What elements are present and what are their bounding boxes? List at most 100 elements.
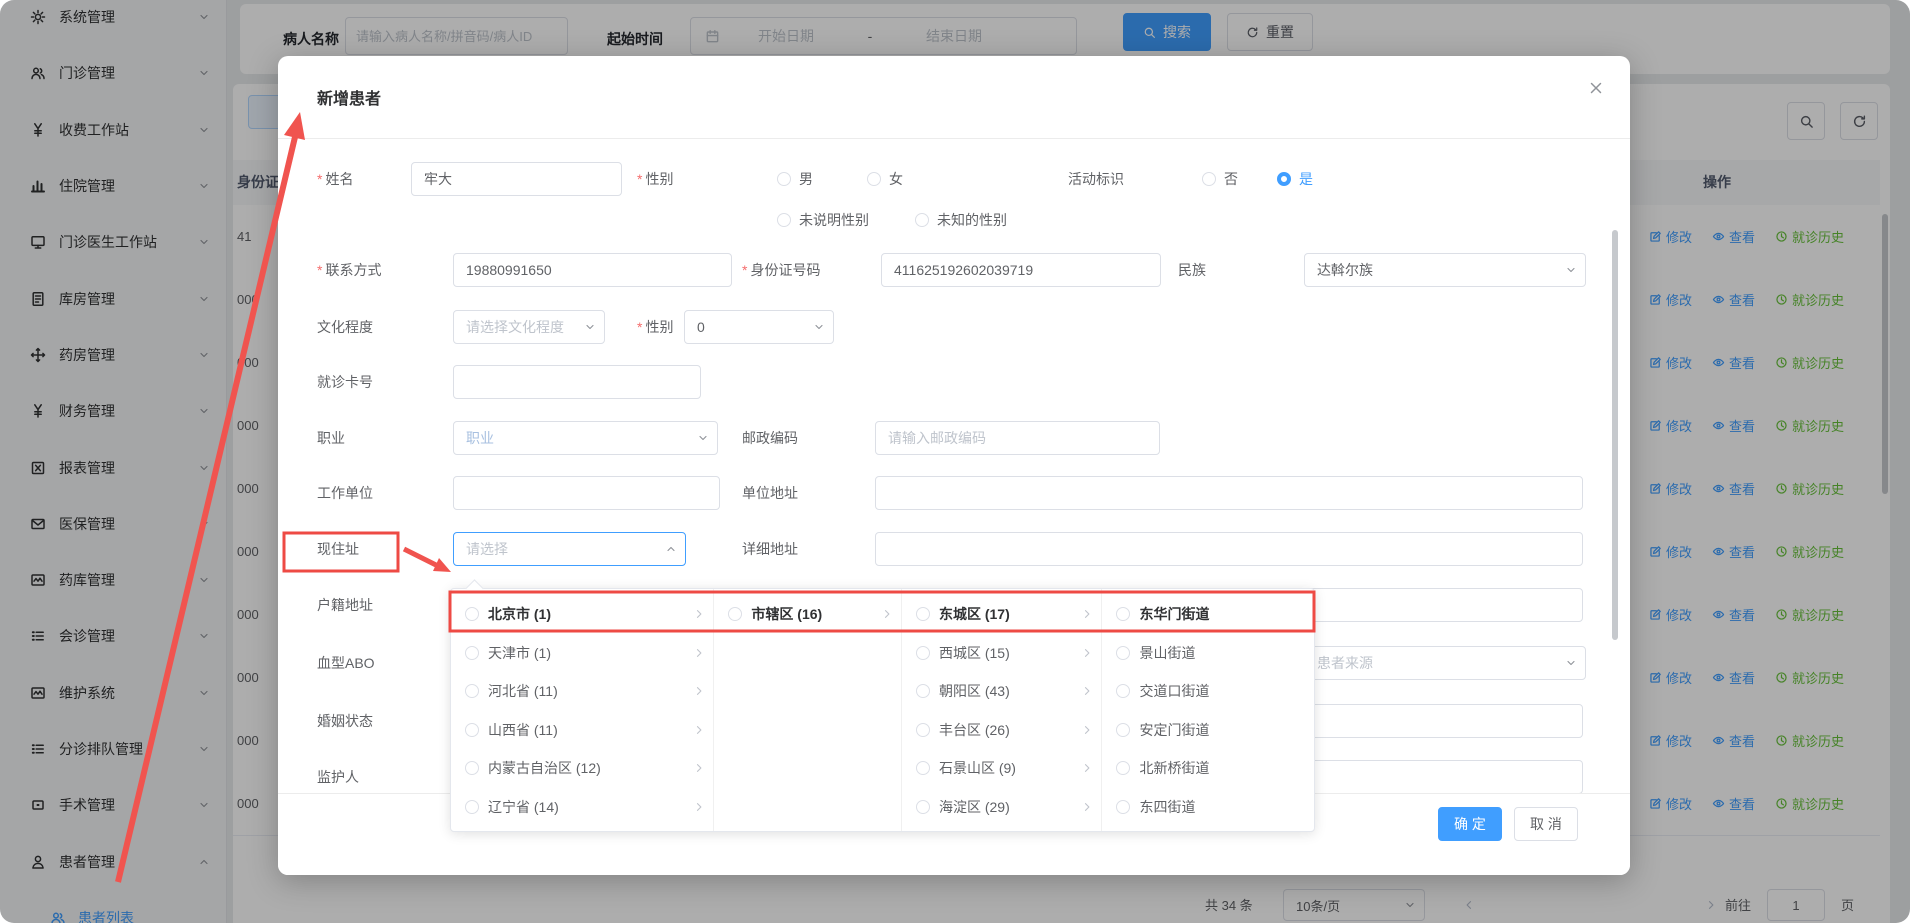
chevron-right-icon	[1081, 647, 1093, 659]
cascader-option[interactable]: 东四街道	[1102, 788, 1314, 827]
name-input[interactable]	[411, 162, 622, 196]
detail-address-input[interactable]	[875, 532, 1583, 566]
registered-address-label: 户籍地址	[317, 588, 373, 622]
cascader-option[interactable]: 辽宁省 (14)	[451, 788, 713, 827]
cascader-option[interactable]: 朝阳区 (43)	[902, 672, 1102, 711]
contact-input[interactable]	[453, 253, 732, 287]
cancel-button[interactable]: 取 消	[1514, 807, 1578, 841]
dialog-scrollbar[interactable]	[1612, 230, 1618, 640]
radio-icon	[777, 213, 791, 227]
cascader-street-column: 东华门街道 景山街道 交道口街道 安定门街道	[1102, 589, 1314, 831]
cascader-option[interactable]: 交道口街道	[1102, 672, 1314, 711]
unit-address-label: 单位地址	[742, 476, 798, 510]
gender-male-radio[interactable]: 男	[777, 162, 813, 196]
chevron-right-icon	[693, 647, 705, 659]
chevron-right-icon	[1081, 685, 1093, 697]
chevron-right-icon	[693, 801, 705, 813]
cascader-option[interactable]: 山西省 (11)	[451, 711, 713, 750]
radio-icon	[916, 684, 930, 698]
chevron-down-icon	[813, 321, 825, 333]
close-icon[interactable]	[1588, 80, 1604, 96]
id-number-input[interactable]	[881, 253, 1161, 287]
radio-icon	[777, 172, 791, 186]
detail-address-label: 详细地址	[742, 532, 798, 566]
cascader-option[interactable]: 海淀区 (29)	[902, 788, 1102, 827]
radio-icon	[1116, 607, 1130, 621]
cascader-option[interactable]: 东城区 (17)	[902, 595, 1102, 634]
chevron-down-icon	[697, 432, 709, 444]
radio-icon	[465, 800, 479, 814]
radio-icon	[1116, 684, 1130, 698]
chevron-right-icon	[693, 762, 705, 774]
cascader-option[interactable]: 安定门街道	[1102, 711, 1314, 750]
radio-icon	[915, 213, 929, 227]
confirm-button[interactable]: 确 定	[1438, 807, 1502, 841]
postal-code-input[interactable]	[875, 421, 1160, 455]
cascader-option[interactable]: 东华门街道	[1102, 595, 1314, 634]
cascader-province-column: 北京市 (1) 天津市 (1) 河北省 (11) 山西省	[451, 589, 714, 831]
cascader-option[interactable]: 北京市 (1)	[451, 595, 713, 634]
active-flag-yes-radio[interactable]: 是	[1277, 162, 1313, 196]
radio-icon	[1116, 761, 1130, 775]
visit-card-label: 就诊卡号	[317, 365, 373, 399]
cascader-option[interactable]: 河北省 (11)	[451, 672, 713, 711]
cascader-option[interactable]: 内蒙古自治区 (12)	[451, 749, 713, 788]
contact-label: *联系方式	[317, 253, 381, 287]
current-address-cascader[interactable]: 请选择	[453, 532, 686, 566]
cascader-city-column: 市辖区 (16)	[714, 589, 902, 831]
gender-label: *性别	[637, 162, 673, 196]
visit-card-input[interactable]	[453, 365, 701, 399]
chevron-right-icon	[1081, 608, 1093, 620]
chevron-up-icon	[665, 543, 677, 555]
radio-icon	[1116, 800, 1130, 814]
ethnicity-label: 民族	[1178, 253, 1206, 287]
radio-icon	[465, 723, 479, 737]
cascader-district-column: 东城区 (17) 西城区 (15) 朝阳区 (43) 丰台	[902, 589, 1103, 831]
chevron-right-icon	[693, 685, 705, 697]
gender-unexplained-radio[interactable]: 未说明性别	[777, 203, 869, 237]
chevron-right-icon	[693, 608, 705, 620]
chevron-right-icon	[693, 724, 705, 736]
cascader-option[interactable]: 丰台区 (26)	[902, 711, 1102, 750]
occupation-label: 职业	[317, 421, 345, 455]
education-label: 文化程度	[317, 310, 373, 344]
education-select[interactable]: 请选择文化程度	[453, 310, 605, 344]
occupation-select[interactable]: 职业	[453, 421, 718, 455]
radio-icon	[465, 607, 479, 621]
guardian-label: 监护人	[317, 760, 359, 793]
radio-icon	[916, 607, 930, 621]
radio-icon	[465, 646, 479, 660]
gender-unknown-radio[interactable]: 未知的性别	[915, 203, 1007, 237]
gender-code-select[interactable]: 0	[684, 310, 834, 344]
ethnicity-select[interactable]: 达斡尔族	[1304, 253, 1586, 287]
cascader-option[interactable]: 石景山区 (9)	[902, 749, 1102, 788]
cascader-option[interactable]: 西城区 (15)	[902, 634, 1102, 673]
chevron-down-icon	[584, 321, 596, 333]
current-address-label: 现住址	[317, 532, 359, 566]
radio-icon	[465, 684, 479, 698]
radio-icon	[728, 607, 742, 621]
active-flag-no-radio[interactable]: 否	[1202, 162, 1238, 196]
cascader-option[interactable]: 北新桥街道	[1102, 749, 1314, 788]
radio-icon	[916, 646, 930, 660]
name-label: *姓名	[317, 162, 353, 196]
chevron-down-icon	[1565, 264, 1577, 276]
postal-code-label: 邮政编码	[742, 421, 798, 455]
chevron-down-icon	[1565, 657, 1577, 669]
address-cascader-dropdown: 北京市 (1) 天津市 (1) 河北省 (11) 山西省	[450, 588, 1315, 832]
blood-type-label: 血型ABO	[317, 646, 375, 680]
radio-icon	[916, 761, 930, 775]
cascader-option[interactable]: 市辖区 (16)	[714, 595, 901, 634]
cascader-option[interactable]: 天津市 (1)	[451, 634, 713, 673]
gender-female-radio[interactable]: 女	[867, 162, 903, 196]
radio-icon	[916, 800, 930, 814]
radio-icon	[1202, 172, 1216, 186]
work-unit-input[interactable]	[453, 476, 720, 510]
radio-icon	[465, 761, 479, 775]
patient-source-select[interactable]: 患者来源	[1304, 646, 1586, 680]
chevron-right-icon	[1081, 762, 1093, 774]
radio-icon	[867, 172, 881, 186]
active-flag-label: 活动标识	[1068, 162, 1124, 196]
cascader-option[interactable]: 景山街道	[1102, 634, 1314, 673]
unit-address-input[interactable]	[875, 476, 1583, 510]
